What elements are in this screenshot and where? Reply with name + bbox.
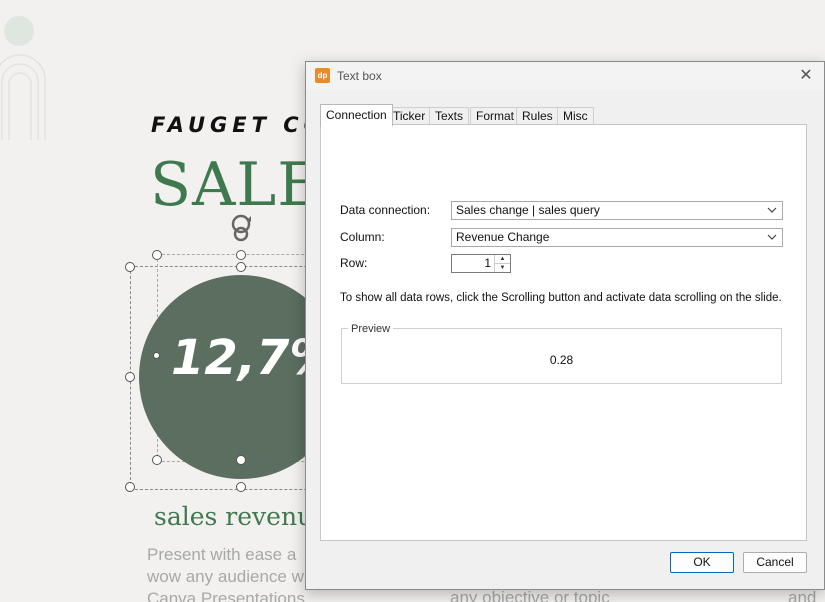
body-line: Present with ease a — [147, 545, 297, 564]
column-value: Revenue Change — [456, 230, 550, 244]
row-label: Row: — [340, 256, 368, 270]
company-heading: FAUGET CO — [151, 113, 327, 137]
row-stepper[interactable]: 1 ▲ ▼ — [451, 254, 511, 273]
slide-body-text: Present with ease a wow any audience w C… — [147, 544, 305, 602]
preview-value: 0.28 — [549, 353, 574, 367]
resize-handle-top-left[interactable] — [125, 262, 135, 272]
cancel-button[interactable]: Cancel — [743, 552, 807, 573]
column-label: Column: — [340, 230, 385, 244]
data-connection-label: Data connection: — [340, 203, 431, 217]
tab-format[interactable]: Format — [470, 107, 521, 124]
stepper-down-icon[interactable]: ▼ — [495, 264, 510, 272]
resize-handle-bottom[interactable] — [236, 482, 246, 492]
tab-texts[interactable]: Texts — [429, 107, 470, 124]
tab-misc[interactable]: Misc — [557, 107, 594, 124]
app-logo-icon: dp — [315, 68, 330, 83]
inner-handle-left[interactable] — [153, 352, 160, 359]
slide-subtitle: sales revenu — [154, 502, 314, 531]
inner-handle-top[interactable] — [236, 250, 246, 260]
tab-connection[interactable]: Connection — [320, 104, 393, 126]
close-icon[interactable]: ✕ — [796, 66, 816, 86]
stepper-buttons: ▲ ▼ — [494, 255, 510, 272]
tab-ticker[interactable]: Ticker — [387, 107, 432, 124]
connection-panel: Data connection: Sales change | sales qu… — [320, 124, 807, 541]
stepper-up-icon[interactable]: ▲ — [495, 255, 510, 264]
dialog-titlebar[interactable]: dp Text box ✕ — [306, 62, 824, 90]
text-box-dialog: dp Text box ✕ Connection Ticker Texts Fo… — [305, 61, 825, 590]
chevron-down-icon — [767, 207, 777, 213]
body-line: Canva Presentations — [147, 589, 305, 602]
slide-body-col2: any objective or topic — [450, 588, 610, 602]
ok-button[interactable]: OK — [670, 552, 734, 573]
resize-handle-top[interactable] — [236, 262, 246, 272]
slide-body-col3: and — [788, 588, 817, 602]
column-select[interactable]: Revenue Change — [451, 228, 783, 247]
data-connection-value: Sales change | sales query — [456, 203, 600, 217]
inner-handle-top-left[interactable] — [152, 250, 162, 260]
resize-handle-bottom-left[interactable] — [125, 482, 135, 492]
body-line: wow any audience w — [147, 567, 304, 586]
preview-label: Preview — [348, 323, 394, 335]
row-value: 1 — [484, 256, 491, 270]
chevron-down-icon — [767, 234, 777, 240]
preview-group: Preview 0.28 — [341, 323, 782, 384]
scrolling-info-text: To show all data rows, click the Scrolli… — [340, 292, 782, 304]
resize-handle-left[interactable] — [125, 372, 135, 382]
decorative-arcs — [0, 54, 46, 140]
tab-rules[interactable]: Rules — [516, 107, 559, 124]
inner-handle-bottom-left[interactable] — [152, 455, 162, 465]
data-connection-select[interactable]: Sales change | sales query — [451, 201, 783, 220]
rotate-icon[interactable] — [229, 212, 257, 244]
dialog-title: Text box — [337, 69, 382, 83]
inner-handle-bottom[interactable] — [236, 455, 246, 465]
